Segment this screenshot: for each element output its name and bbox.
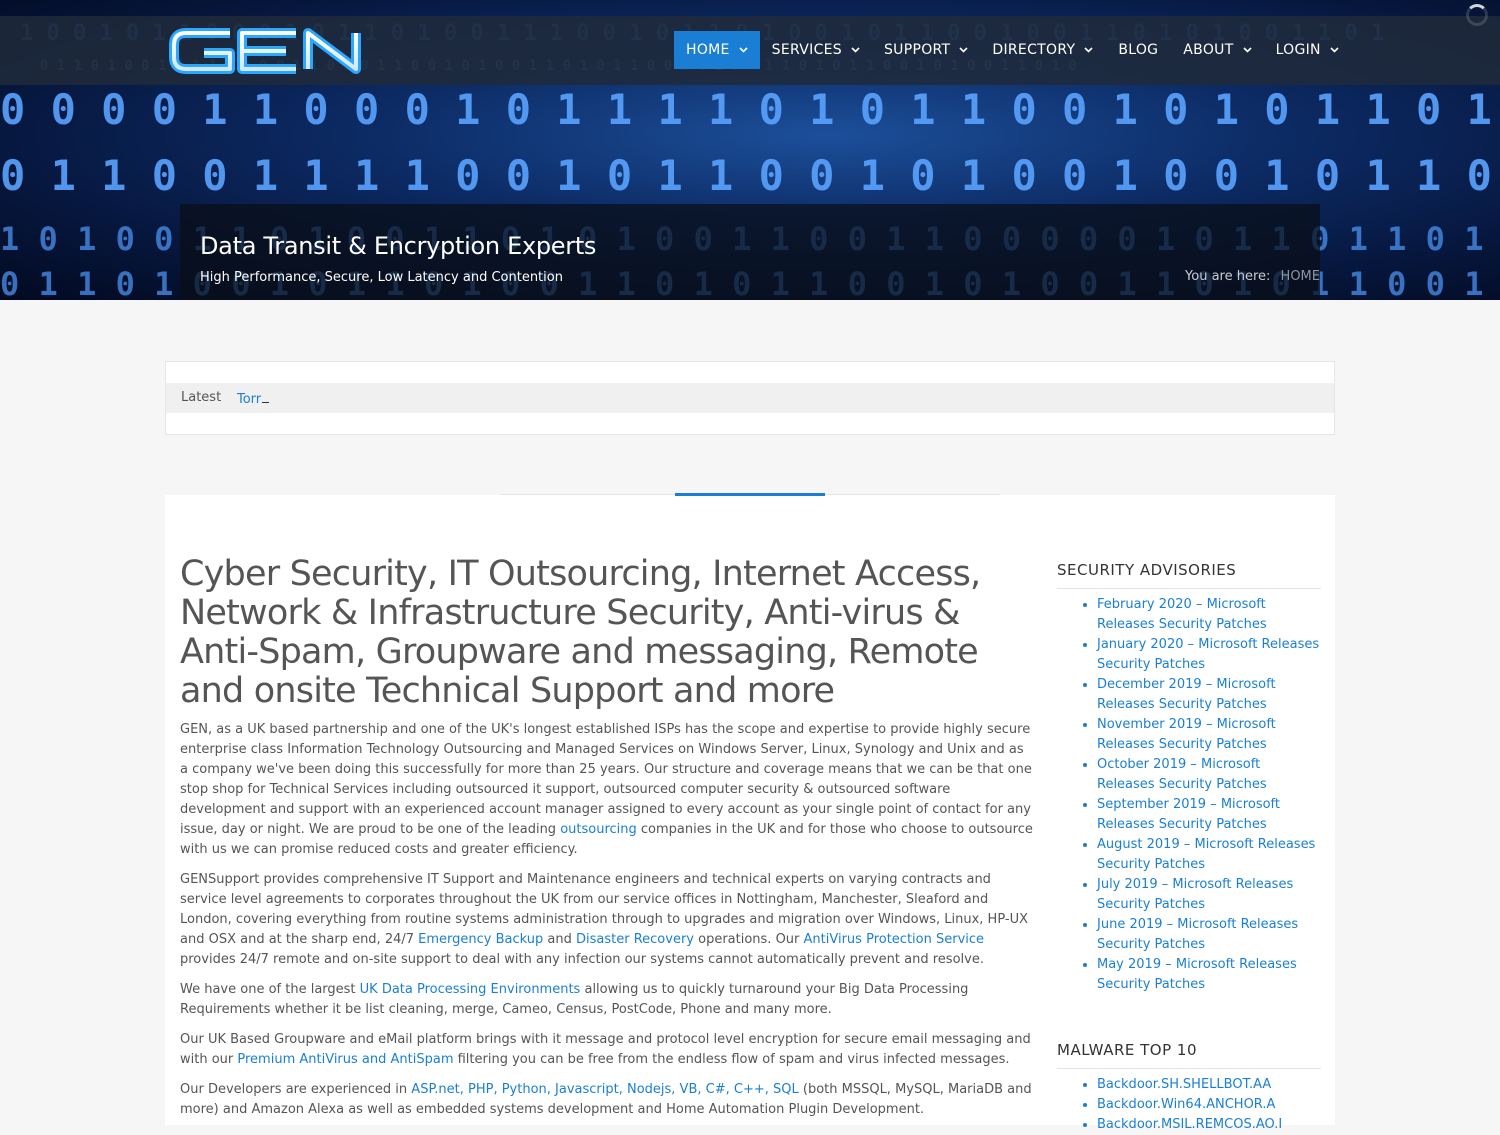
advisory-link[interactable]: October 2019 – Microsoft Releases Securi…: [1097, 757, 1267, 792]
ticker-news-link[interactable]: Torr: [237, 390, 270, 407]
ticker-news-text: Torr: [237, 392, 262, 407]
paragraph-developers: Our Developers are experienced in ASP.ne…: [180, 1080, 1035, 1120]
list-item: June 2019 – Microsoft Releases Security …: [1097, 915, 1321, 955]
gen-logo[interactable]: [168, 25, 364, 77]
languages-link[interactable]: ASP.net, PHP, Python, Javascript, Nodejs…: [411, 1082, 798, 1097]
malware-top10-widget: MALWARE TOP 10 Backdoor.SH.SHELLBOT.AA B…: [1057, 1041, 1321, 1135]
svg-text:0 1 1 0 0 1 1 1 1 0 0 1 0 1: 0 1 1 0 0 1 1 1 1 0 0 1 0 1 1 0 0 1 0 1 …: [0, 151, 1500, 200]
ticker-band: [166, 383, 1334, 413]
sidebar: SECURITY ADVISORIES February 2020 – Micr…: [1057, 561, 1321, 1132]
nav-directory-label: DIRECTORY: [992, 42, 1076, 58]
paragraph-text: and: [543, 932, 576, 947]
breadcrumb: You are here: HOME: [1185, 269, 1320, 284]
paragraph-intro: GEN, as a UK based partnership and one o…: [180, 720, 1035, 860]
paragraph-text: filtering you can be free from the endle…: [453, 1052, 1010, 1067]
breadcrumb-prefix: You are here:: [1185, 269, 1271, 284]
tab-divider-right: [825, 494, 1000, 495]
paragraph-data-processing: We have one of the largest UK Data Proce…: [180, 980, 1035, 1020]
main-menu: HOME SERVICES SUPPORT DIRECTORY BLOG ABO…: [674, 31, 1351, 69]
advisory-link[interactable]: January 2020 – Microsoft Releases Securi…: [1097, 637, 1319, 672]
spinner-icon: [1466, 4, 1488, 26]
data-processing-link[interactable]: UK Data Processing Environments: [360, 982, 581, 997]
tab-divider-left: [500, 494, 675, 495]
article-body: GEN, as a UK based partnership and one o…: [180, 720, 1035, 1130]
paragraph-text: Our Developers are experienced in: [180, 1082, 412, 1097]
list-item: October 2019 – Microsoft Releases Securi…: [1097, 755, 1321, 795]
security-advisories-widget: SECURITY ADVISORIES February 2020 – Micr…: [1057, 561, 1321, 995]
list-item: January 2020 – Microsoft Releases Securi…: [1097, 635, 1321, 675]
list-item: November 2019 – Microsoft Releases Secur…: [1097, 715, 1321, 755]
chevron-down-icon: [959, 47, 968, 53]
malware-link[interactable]: Backdoor.SH.SHELLBOT.AA: [1097, 1077, 1271, 1092]
paragraph-text: provides 24/7 remote and on-site support…: [180, 952, 984, 967]
advisory-link[interactable]: November 2019 – Microsoft Releases Secur…: [1097, 717, 1276, 752]
nav-home[interactable]: HOME: [674, 31, 760, 69]
svg-text:0 0 0 0 1 1 0 0 0 1 0 1 1: 0 0 0 0 1 1 0 0 0 1 0 1 1 1 1 0 1 0 1 1 …: [0, 85, 1500, 134]
latest-news-ticker: Latest Torr: [165, 361, 1335, 435]
page-title: Data Transit & Encryption Experts: [200, 232, 597, 260]
nav-directory[interactable]: DIRECTORY: [980, 31, 1105, 69]
list-item: May 2019 – Microsoft Releases Security P…: [1097, 955, 1321, 995]
nav-blog[interactable]: BLOG: [1105, 31, 1171, 69]
chevron-down-icon: [851, 47, 860, 53]
list-item: Backdoor.SH.SHELLBOT.AA: [1097, 1075, 1321, 1095]
chevron-down-icon: [1242, 47, 1252, 53]
list-item: August 2019 – Microsoft Releases Securit…: [1097, 835, 1321, 875]
advisories-list: February 2020 – Microsoft Releases Secur…: [1057, 595, 1321, 995]
outsourcing-link[interactable]: outsourcing: [560, 822, 637, 837]
paragraph-groupware: Our UK Based Groupware and eMail platfor…: [180, 1030, 1035, 1070]
nav-about-label: ABOUT: [1183, 42, 1234, 58]
list-item: Backdoor.Win64.ANCHOR.A: [1097, 1095, 1321, 1115]
main-headline: Cyber Security, IT Outsourcing, Internet…: [180, 554, 981, 711]
advisory-link[interactable]: June 2019 – Microsoft Releases Security …: [1097, 917, 1298, 952]
chevron-down-icon: [1330, 47, 1339, 53]
advisory-link[interactable]: December 2019 – Microsoft Releases Secur…: [1097, 677, 1276, 712]
nav-login[interactable]: LOGIN: [1264, 31, 1351, 69]
paragraph-text: We have one of the largest: [180, 982, 360, 997]
advisory-link[interactable]: August 2019 – Microsoft Releases Securit…: [1097, 837, 1315, 872]
nav-login-label: LOGIN: [1275, 42, 1321, 58]
chevron-down-icon: [1084, 47, 1093, 53]
malware-link[interactable]: Backdoor.Win64.ANCHOR.A: [1097, 1097, 1275, 1112]
ticker-label: Latest: [181, 390, 222, 405]
nav-services[interactable]: SERVICES: [760, 31, 872, 69]
antispam-link[interactable]: Premium AntiVirus and AntiSpam: [237, 1052, 453, 1067]
ticker-cursor: [262, 390, 270, 403]
paragraph-text: GEN, as a UK based partnership and one o…: [180, 722, 1032, 837]
advisory-link[interactable]: February 2020 – Microsoft Releases Secur…: [1097, 597, 1267, 632]
active-tab-indicator: [675, 493, 825, 496]
nav-about[interactable]: ABOUT: [1171, 31, 1263, 69]
emergency-backup-link[interactable]: Emergency Backup: [418, 932, 543, 947]
advisory-link[interactable]: July 2019 – Microsoft Releases Security …: [1097, 877, 1293, 912]
nav-blog-label: BLOG: [1118, 42, 1159, 58]
list-item: Backdoor.MSIL.REMCOS.AO.I: [1097, 1115, 1321, 1135]
widget-title: MALWARE TOP 10: [1057, 1041, 1321, 1069]
list-item: December 2019 – Microsoft Releases Secur…: [1097, 675, 1321, 715]
chevron-down-icon: [739, 47, 748, 53]
antivirus-protection-link[interactable]: AntiVirus Protection Service: [804, 932, 985, 947]
list-item: July 2019 – Microsoft Releases Security …: [1097, 875, 1321, 915]
nav-services-label: SERVICES: [771, 42, 842, 58]
list-item: September 2019 – Microsoft Releases Secu…: [1097, 795, 1321, 835]
disaster-recovery-link[interactable]: Disaster Recovery: [576, 932, 694, 947]
page-subtitle: High Performance, Secure, Low Latency an…: [200, 270, 563, 285]
nav-support-label: SUPPORT: [883, 42, 951, 58]
nav-home-label: HOME: [686, 42, 730, 58]
breadcrumb-home-link[interactable]: HOME: [1281, 269, 1320, 284]
list-item: February 2020 – Microsoft Releases Secur…: [1097, 595, 1321, 635]
advisory-link[interactable]: May 2019 – Microsoft Releases Security P…: [1097, 957, 1297, 992]
main-content-area: Cyber Security, IT Outsourcing, Internet…: [165, 493, 1335, 1132]
malware-list: Backdoor.SH.SHELLBOT.AA Backdoor.Win64.A…: [1057, 1075, 1321, 1135]
widget-title: SECURITY ADVISORIES: [1057, 561, 1321, 589]
nav-support[interactable]: SUPPORT: [872, 31, 980, 69]
advisory-link[interactable]: September 2019 – Microsoft Releases Secu…: [1097, 797, 1280, 832]
hero-banner: 1 0 0 1 0 1 1 0 0 0 1 0 1 1 0 1 0 0 1 1 …: [0, 0, 1500, 300]
paragraph-text: operations. Our: [693, 932, 804, 947]
paragraph-support: GENSupport provides comprehensive IT Sup…: [180, 870, 1035, 970]
